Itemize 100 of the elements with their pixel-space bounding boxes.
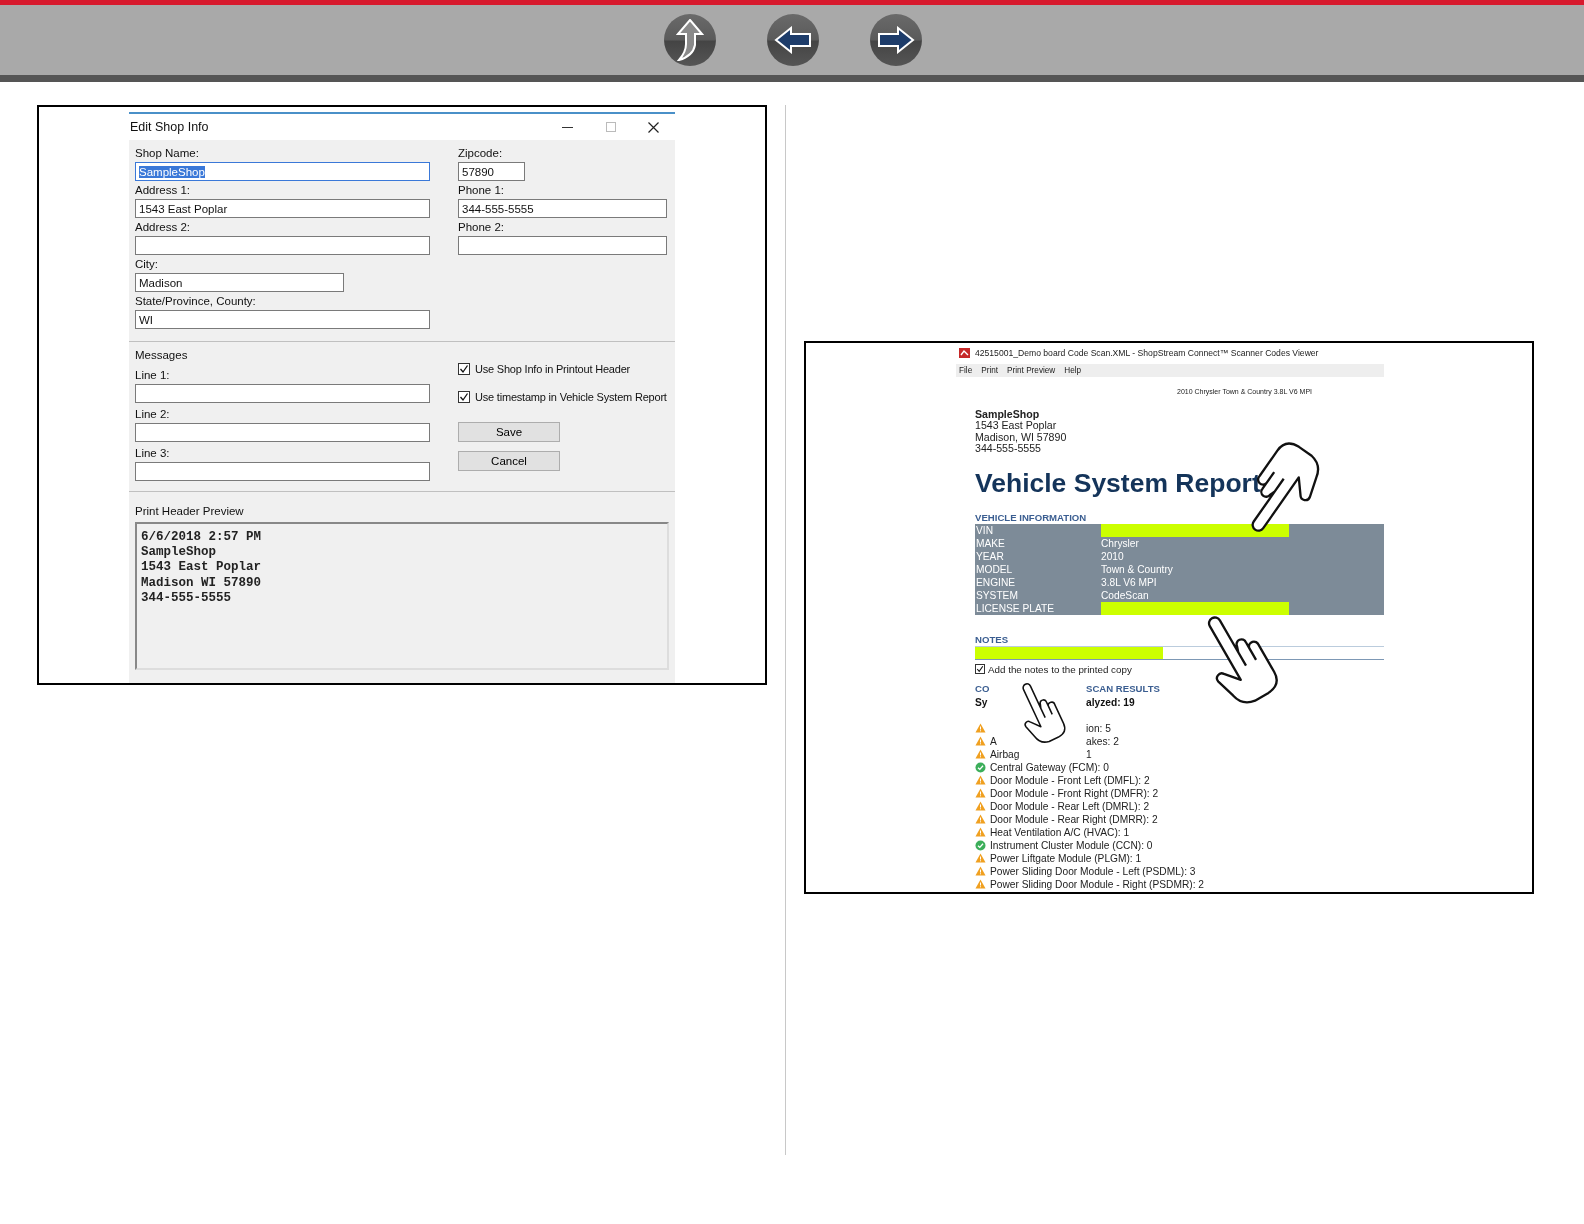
warning-icon bbox=[975, 827, 986, 838]
text-field[interactable] bbox=[135, 462, 430, 481]
curved-up-arrow-icon bbox=[675, 19, 704, 61]
window-title: 42515001_Demo board Code Scan.XML - ShopStream Connect™ Scanner Codes Viewer bbox=[975, 348, 1319, 358]
system-result: A bbox=[990, 735, 998, 747]
system-result: Door Module - Rear Right (DMRR): 2 bbox=[990, 813, 1158, 825]
system-result: Instrument Cluster Module (CCN): 0 bbox=[990, 839, 1153, 851]
warning-icon bbox=[975, 775, 986, 786]
table-cell: 3.8L V6 MPI bbox=[1101, 576, 1157, 588]
warning-icon bbox=[975, 879, 986, 890]
preview-line: Madison WI 57890 bbox=[141, 575, 263, 591]
system-result: Power Sliding Door Module - Left (PSDML): 3 bbox=[990, 865, 1196, 877]
system-result: Door Module - Front Right (DMFR): 2 bbox=[990, 787, 1159, 799]
checkbox-label: Use timestamp in Vehicle System Report bbox=[475, 391, 667, 403]
text-field[interactable]: SampleShop bbox=[135, 162, 430, 181]
summary-text: Sy bbox=[975, 696, 989, 708]
table-cell-text: MODEL bbox=[975, 563, 1014, 575]
field-label: Address 2: bbox=[135, 220, 191, 235]
checkbox[interactable] bbox=[458, 391, 470, 403]
table-cell: Town & Country bbox=[1101, 563, 1173, 575]
warning-icon bbox=[975, 801, 986, 812]
warning-icon bbox=[975, 749, 986, 760]
preview-line: SampleShop bbox=[141, 545, 217, 561]
warning-icon bbox=[975, 814, 986, 825]
field-label: Phone 2: bbox=[458, 220, 506, 235]
check-circle-icon bbox=[975, 761, 986, 773]
field-label: Address 1: bbox=[135, 183, 191, 198]
field-label: Phone 1: bbox=[458, 183, 506, 198]
checkbox-label: Add the notes to the printed copy bbox=[988, 663, 1132, 675]
check-circle-icon bbox=[975, 839, 986, 851]
section-heading: NOTES bbox=[975, 633, 1010, 646]
shop-address-line: Madison, WI 57890 bbox=[975, 431, 1068, 444]
text-field[interactable] bbox=[135, 236, 430, 255]
table-cell-text: LICENSE PLATE bbox=[975, 602, 1055, 614]
table-cell: Chrysler bbox=[1101, 537, 1139, 549]
dialog-button[interactable]: Cancel bbox=[458, 451, 560, 471]
system-result: ion: 5 bbox=[1086, 722, 1112, 734]
system-result: Power Sliding Door Module - Right (PSDMR): 2 bbox=[990, 878, 1204, 890]
warning-icon bbox=[975, 866, 986, 877]
right-arrow-icon bbox=[876, 26, 915, 54]
section-heading: SCAN RESULTS bbox=[1086, 683, 1161, 696]
text-field[interactable]: Madison bbox=[135, 273, 344, 292]
field-label: Line 3: bbox=[135, 446, 171, 461]
text-field[interactable]: 1543 East Poplar bbox=[135, 199, 430, 218]
left-arrow-icon bbox=[773, 26, 812, 54]
app-icon bbox=[959, 348, 970, 358]
table-cell-text: YEAR bbox=[975, 550, 1005, 562]
summary-text: alyzed: 19 bbox=[1086, 696, 1136, 708]
shop-name: SampleShop bbox=[975, 409, 1040, 421]
menu-item[interactable]: Help bbox=[1064, 366, 1082, 375]
window-title: Edit Shop Info bbox=[130, 120, 210, 134]
system-result: Door Module - Front Left (DMFL): 2 bbox=[990, 774, 1150, 786]
close-icon[interactable] bbox=[648, 121, 659, 133]
table-cell-text: VIN bbox=[975, 524, 994, 536]
notes-field[interactable] bbox=[975, 645, 1384, 660]
field-label: State/Province, County: bbox=[135, 294, 257, 309]
warning-icon bbox=[975, 788, 986, 799]
preview-line: 344-555-5555 bbox=[141, 590, 232, 606]
section-heading: VEHICLE INFORMATION bbox=[975, 511, 1088, 524]
preview-line: 1543 East Poplar bbox=[141, 560, 263, 576]
preview-line: 6/6/2018 2:57 PM bbox=[141, 530, 263, 546]
dialog-button[interactable]: Save bbox=[458, 422, 560, 442]
text-field[interactable]: 344-555-5555 bbox=[458, 199, 667, 218]
table-cell: 2010 bbox=[1101, 550, 1124, 562]
warning-icon bbox=[975, 853, 986, 864]
table-cell-text: SYSTEM bbox=[975, 589, 1019, 601]
section-heading: CO bbox=[975, 683, 991, 696]
text-field[interactable]: 57890 bbox=[458, 162, 525, 181]
checkbox[interactable] bbox=[975, 664, 985, 675]
system-result: akes: 2 bbox=[1086, 735, 1120, 747]
field-label: Zipcode: bbox=[458, 146, 504, 161]
text-field[interactable] bbox=[135, 384, 430, 403]
system-result: Heat Ventilation A/C (HVAC): 1 bbox=[990, 826, 1130, 838]
text-field[interactable] bbox=[458, 236, 667, 255]
checkbox-label: Use Shop Info in Printout Header bbox=[475, 363, 631, 375]
field-label: Shop Name: bbox=[135, 146, 200, 161]
field-label: City: bbox=[135, 257, 159, 272]
checkbox[interactable] bbox=[458, 363, 470, 375]
table-cell-text: MAKE bbox=[975, 537, 1006, 549]
table-cell-text: ENGINE bbox=[975, 576, 1017, 588]
menu-item[interactable]: Print bbox=[981, 366, 999, 375]
text-field[interactable]: WI bbox=[135, 310, 430, 329]
shop-address-line: 1543 East Poplar bbox=[975, 420, 1058, 432]
nav-button[interactable] bbox=[766, 14, 819, 66]
table-cell: CodeScan bbox=[1101, 589, 1149, 601]
text-field[interactable] bbox=[135, 423, 430, 442]
menu-item[interactable]: File bbox=[959, 366, 973, 375]
nav-button[interactable] bbox=[869, 14, 922, 66]
field-label: Line 2: bbox=[135, 407, 171, 422]
minimize-icon[interactable] bbox=[562, 126, 573, 128]
system-result: Power Liftgate Module (PLGM): 1 bbox=[990, 852, 1142, 864]
system-result: 1 bbox=[1086, 748, 1093, 760]
shop-address-line: 344-555-5555 bbox=[975, 443, 1042, 455]
field-label: Line 1: bbox=[135, 368, 171, 383]
nav-button[interactable] bbox=[663, 14, 716, 66]
warning-icon bbox=[975, 723, 986, 734]
menu-item[interactable]: Print Preview bbox=[1007, 366, 1056, 375]
report-title: Vehicle System Report bbox=[975, 466, 1262, 499]
system-result: Central Gateway (FCM): 0 bbox=[990, 761, 1109, 773]
section-label: Messages bbox=[135, 348, 189, 363]
